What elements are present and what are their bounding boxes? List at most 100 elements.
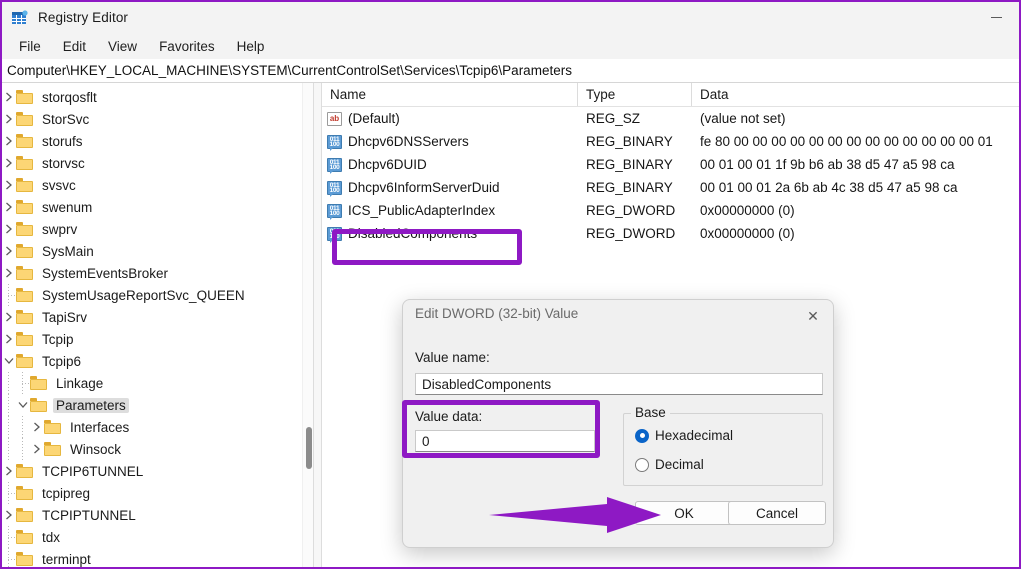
tree-leaf-connector xyxy=(2,526,16,548)
tree-node[interactable]: TapiSrv xyxy=(2,306,313,328)
value-name-text: ICS_PublicAdapterIndex xyxy=(348,203,496,218)
tree-indent-guide xyxy=(16,438,30,460)
binary-value-icon: 011 100 xyxy=(327,134,342,151)
tree-scrollbar-thumb[interactable] xyxy=(305,427,312,469)
pane-splitter[interactable] xyxy=(313,83,322,567)
value-type-cell: REG_BINARY xyxy=(586,134,673,149)
value-data-cell: fe 80 00 00 00 00 00 00 00 00 00 00 00 0… xyxy=(700,134,993,149)
radio-decimal[interactable]: Decimal xyxy=(635,457,704,472)
chevron-right-icon[interactable] xyxy=(2,328,16,350)
chevron-right-icon[interactable] xyxy=(2,196,16,218)
chevron-right-icon[interactable] xyxy=(2,152,16,174)
tree-node-label: SystemUsageReportSvc_QUEEN xyxy=(42,287,245,303)
chevron-right-icon[interactable] xyxy=(2,504,16,526)
chevron-right-icon[interactable] xyxy=(2,240,16,262)
value-data-input[interactable]: 0 xyxy=(415,430,595,452)
folder-icon xyxy=(16,486,33,500)
radio-hexadecimal[interactable]: Hexadecimal xyxy=(635,428,733,443)
tree-node[interactable]: storufs xyxy=(2,130,313,152)
tree-node-label: TCPIP6TUNNEL xyxy=(42,463,144,479)
tree-node-label: tdx xyxy=(42,529,61,545)
value-data-cell: 0x00000000 (0) xyxy=(700,226,795,241)
chevron-right-icon[interactable] xyxy=(2,108,16,130)
chevron-right-icon[interactable] xyxy=(30,416,44,438)
tree-node[interactable]: TCPIP6TUNNEL xyxy=(2,460,313,482)
tree-node[interactable]: swenum xyxy=(2,196,313,218)
tree-node[interactable]: storvsc xyxy=(2,152,313,174)
folder-icon xyxy=(16,134,33,148)
menu-favorites[interactable]: Favorites xyxy=(148,36,226,57)
values-list-body: ab (Default) REG_SZ (value not set) 011 100 Dh… xyxy=(322,107,1019,245)
table-row[interactable]: 011 100 DisabledComponents REG_DWORD 0x00000… xyxy=(322,222,1019,245)
chevron-right-icon[interactable] xyxy=(2,460,16,482)
radio-decimal-icon xyxy=(635,457,649,472)
binary-value-icon: 011 100 xyxy=(327,180,342,197)
chevron-down-icon[interactable] xyxy=(2,350,16,372)
tree-node[interactable]: SystemUsageReportSvc_QUEEN xyxy=(2,284,313,306)
value-name-cell: ab (Default) xyxy=(322,111,578,126)
tree-node[interactable]: Winsock xyxy=(2,438,313,460)
value-data-cell: 0x00000000 (0) xyxy=(700,203,795,218)
tree-scrollbar[interactable] xyxy=(302,83,313,567)
column-header-data[interactable]: Data xyxy=(692,83,1019,106)
tree-node-label: storufs xyxy=(42,133,83,149)
menu-file[interactable]: File xyxy=(8,36,52,57)
tree-leaf-connector xyxy=(2,548,16,567)
tree-node-label: Interfaces xyxy=(70,419,130,435)
chevron-right-icon[interactable] xyxy=(30,438,44,460)
chevron-right-icon[interactable] xyxy=(2,86,16,108)
tree-node-label: storvsc xyxy=(42,155,85,171)
tree-node-label: Linkage xyxy=(56,375,104,391)
value-name-cell: 011 100 Dhcpv6DUID xyxy=(322,157,578,174)
table-row[interactable]: 011 100 ICS_PublicAdapterIndex REG_DWORD 0x0… xyxy=(322,199,1019,222)
radio-hexadecimal-icon xyxy=(635,428,649,443)
window-controls xyxy=(974,2,1019,33)
tree-node[interactable]: swprv xyxy=(2,218,313,240)
tree-node[interactable]: Interfaces xyxy=(2,416,313,438)
string-value-icon: ab xyxy=(327,111,342,126)
tree-node[interactable]: SysMain xyxy=(2,240,313,262)
value-name-input[interactable]: DisabledComponents xyxy=(415,373,823,395)
tree-leaf-connector xyxy=(16,372,30,394)
column-header-name[interactable]: Name xyxy=(322,83,578,106)
tree-node-label: StorSvc xyxy=(42,111,90,127)
chevron-right-icon[interactable] xyxy=(2,306,16,328)
folder-icon xyxy=(16,354,33,368)
address-bar[interactable]: Computer\HKEY_LOCAL_MACHINE\SYSTEM\Curre… xyxy=(2,59,1019,83)
chevron-down-icon[interactable] xyxy=(16,394,30,416)
chevron-right-icon[interactable] xyxy=(2,174,16,196)
close-icon[interactable]: ✕ xyxy=(799,304,827,328)
table-row[interactable]: 011 100 Dhcpv6DNSServers REG_BINARY fe 80 00… xyxy=(322,130,1019,153)
tree-node[interactable]: Tcpip xyxy=(2,328,313,350)
folder-icon xyxy=(16,222,33,236)
table-row[interactable]: 011 100 Dhcpv6DUID REG_BINARY 00 01 00 01 1f… xyxy=(322,153,1019,176)
menu-edit[interactable]: Edit xyxy=(52,36,97,57)
tree-node[interactable]: TCPIPTUNNEL xyxy=(2,504,313,526)
menu-help[interactable]: Help xyxy=(226,36,276,57)
value-name-label: Value name: xyxy=(415,350,490,365)
tree-node[interactable]: svsvc xyxy=(2,174,313,196)
column-header-type[interactable]: Type xyxy=(578,83,692,106)
tree-node[interactable]: StorSvc xyxy=(2,108,313,130)
tree-node[interactable]: tdx xyxy=(2,526,313,548)
table-row[interactable]: 011 100 Dhcpv6InformServerDuid REG_BINARY 00… xyxy=(322,176,1019,199)
cancel-button[interactable]: Cancel xyxy=(728,501,826,525)
chevron-right-icon[interactable] xyxy=(2,262,16,284)
tree-node[interactable]: Parameters xyxy=(2,394,313,416)
chevron-right-icon[interactable] xyxy=(2,130,16,152)
menu-view[interactable]: View xyxy=(97,36,148,57)
tree-node[interactable]: SystemEventsBroker xyxy=(2,262,313,284)
chevron-right-icon[interactable] xyxy=(2,218,16,240)
value-data-cell: 00 01 00 01 1f 9b b6 ab 38 d5 47 a5 98 c… xyxy=(700,157,955,172)
value-type-cell: REG_BINARY xyxy=(586,180,673,195)
value-name-text: Dhcpv6DUID xyxy=(348,157,427,172)
tree-node[interactable]: Tcpip6 xyxy=(2,350,313,372)
tree-node[interactable]: tcpipreg xyxy=(2,482,313,504)
tree-node[interactable]: Linkage xyxy=(2,372,313,394)
tree-node[interactable]: storqosflt xyxy=(2,86,313,108)
table-row[interactable]: ab (Default) REG_SZ (value not set) xyxy=(322,107,1019,130)
values-list-header: Name Type Data xyxy=(322,83,1019,107)
minimize-button[interactable] xyxy=(974,2,1019,33)
tree-node-label: swenum xyxy=(42,199,93,215)
tree-node[interactable]: terminpt xyxy=(2,548,313,567)
